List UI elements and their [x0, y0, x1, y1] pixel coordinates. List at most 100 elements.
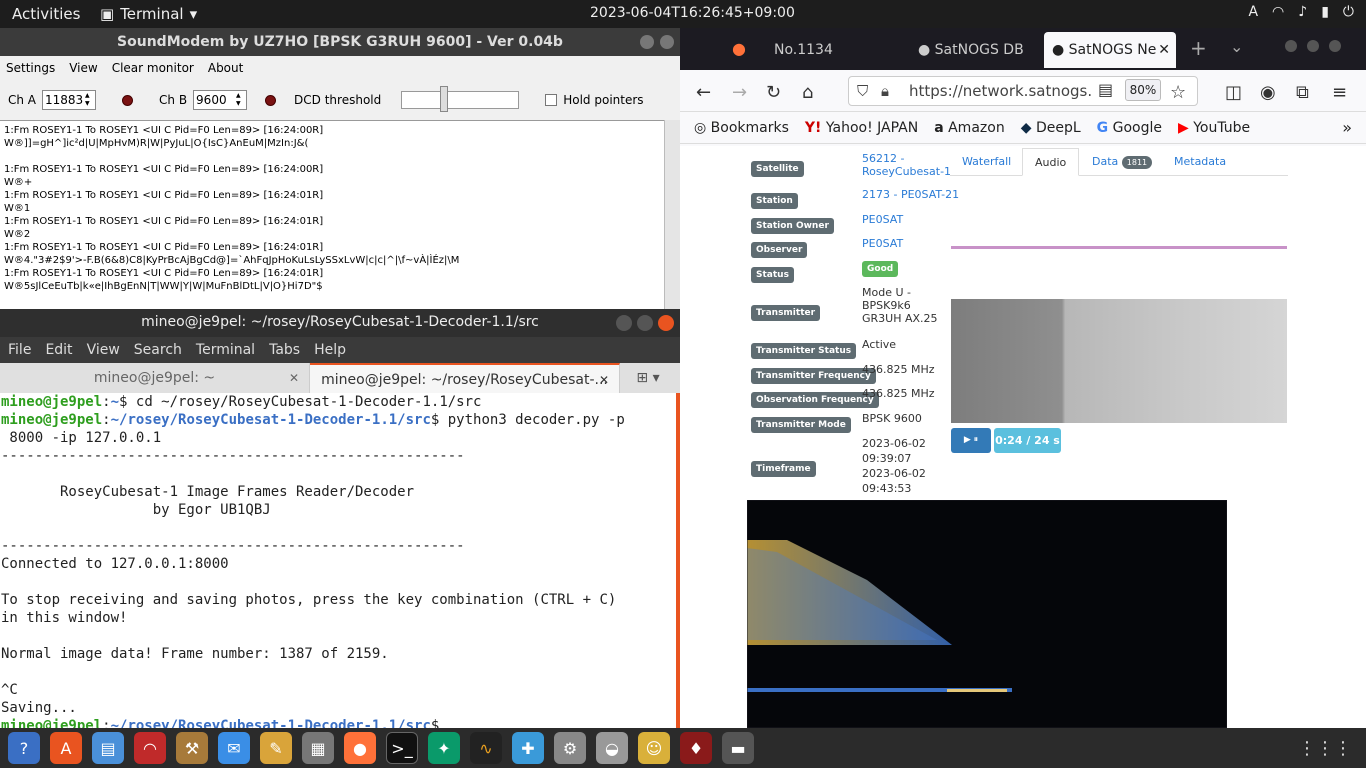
show-apps-icon[interactable]: ⋮⋮⋮: [1298, 738, 1352, 759]
archive-icon[interactable]: ▦: [302, 732, 334, 764]
bookmark-amazon[interactable]: a Amazon: [934, 120, 1005, 136]
tracker-icon[interactable]: ✚: [512, 732, 544, 764]
reader-view-icon[interactable]: ▤: [1098, 80, 1113, 99]
bookmark-google[interactable]: G Google: [1097, 120, 1162, 136]
menu-settings[interactable]: Settings: [6, 61, 55, 75]
menu-help[interactable]: Help: [314, 342, 346, 358]
firefox-icon[interactable]: ●: [344, 732, 376, 764]
maximize-button[interactable]: [637, 315, 653, 331]
maximize-button[interactable]: [1307, 40, 1319, 52]
terminal-titlebar[interactable]: mineo@je9pel: ~/rosey/RoseyCubesat-1-Dec…: [0, 309, 680, 337]
tab-satnogs-network[interactable]: ● SatNOGS Ne ✕: [1044, 32, 1176, 68]
notes-icon[interactable]: ✎: [260, 732, 292, 764]
url-text: https://network.satnogs.: [909, 82, 1093, 100]
close-button[interactable]: [658, 315, 674, 331]
bookmark-youtube[interactable]: ▶ YouTube: [1178, 120, 1250, 136]
input-method[interactable]: A: [1248, 4, 1258, 20]
terminal-output[interactable]: mineo@je9pel:~$ cd ~/rosey/RoseyCubesat-…: [0, 393, 676, 728]
menu-terminal[interactable]: Terminal: [196, 342, 255, 358]
bookmark-bookmarks[interactable]: ◎ Bookmarks: [694, 120, 789, 136]
device-icon[interactable]: ▬: [722, 732, 754, 764]
soundmodem-titlebar[interactable]: SoundModem by UZ7HO [BPSK G3RUH 9600] - …: [0, 28, 680, 56]
minimize-button[interactable]: [640, 35, 654, 49]
wifi-icon[interactable]: ◠: [1272, 4, 1284, 20]
wine-icon[interactable]: ♦: [680, 732, 712, 764]
shield-icon[interactable]: ⛉: [857, 77, 868, 105]
menu-view[interactable]: View: [69, 61, 97, 75]
tab-satnogs-db[interactable]: ● SatNOGS DB: [910, 32, 1040, 68]
chevron-right-icon[interactable]: »: [1342, 118, 1352, 137]
mascot-icon[interactable]: ☺: [638, 732, 670, 764]
help-icon[interactable]: ?: [8, 732, 40, 764]
menu-tabs[interactable]: Tabs: [269, 342, 300, 358]
satellite-icon[interactable]: ✦: [428, 732, 460, 764]
menu-icon[interactable]: ≡: [1332, 82, 1347, 103]
pocket-icon[interactable]: ◫: [1225, 82, 1242, 103]
bookmark-star-icon[interactable]: ☆: [1170, 82, 1186, 103]
chevron-down-icon[interactable]: ⌄: [1230, 37, 1243, 56]
mail-icon[interactable]: ✉: [218, 732, 250, 764]
firefox-icon[interactable]: ●: [732, 39, 746, 58]
monitor-scrollbar[interactable]: [664, 120, 680, 310]
dish-icon[interactable]: ◒: [596, 732, 628, 764]
close-icon[interactable]: ✕: [1158, 32, 1170, 68]
back-icon[interactable]: ←: [696, 82, 711, 103]
files-icon[interactable]: ▤: [92, 732, 124, 764]
tab-no1134[interactable]: No.1134: [766, 32, 886, 68]
app-menu[interactable]: ▣ Terminal ▾: [100, 5, 197, 23]
menu-view[interactable]: View: [87, 342, 120, 358]
field-value[interactable]: 56212 - RoseyCubesat-1: [862, 152, 962, 178]
close-icon[interactable]: ✕: [289, 363, 299, 393]
menu-search[interactable]: Search: [134, 342, 182, 358]
forward-icon[interactable]: →: [732, 82, 747, 103]
hold-pointers-checkbox[interactable]: [545, 94, 558, 106]
account-icon[interactable]: ◉: [1260, 82, 1276, 103]
monitor-icon[interactable]: ∿: [470, 732, 502, 764]
system-tray[interactable]: A ◠ ♪ ▮ ⏻: [1248, 4, 1354, 20]
clock[interactable]: 2023-06-04T16:26:45+09:00: [590, 5, 795, 21]
tab-home[interactable]: mineo@je9pel: ~ ✕: [0, 363, 310, 393]
field-value[interactable]: PE0SAT: [862, 213, 972, 226]
monitor-pane[interactable]: 1:Fm ROSEY1-1 To ROSEY1 <UI C Pid=F0 Len…: [0, 120, 680, 310]
menu-about[interactable]: About: [208, 61, 243, 75]
power-icon[interactable]: ⏻: [1343, 4, 1354, 20]
chb-spinner[interactable]: 9600: [193, 90, 248, 110]
tab-decoder[interactable]: mineo@je9pel: ~/rosey/RoseyCubesat-... ✕: [310, 363, 620, 393]
menu-clear-monitor[interactable]: Clear monitor: [112, 61, 194, 75]
headphones-icon[interactable]: ◠: [134, 732, 166, 764]
slider-knob[interactable]: [440, 86, 449, 112]
battery-icon[interactable]: ▮: [1321, 4, 1329, 20]
minimize-button[interactable]: [616, 315, 632, 331]
menu-edit[interactable]: Edit: [45, 342, 72, 358]
menu-file[interactable]: File: [8, 342, 31, 358]
settings-icon[interactable]: ⚙: [554, 732, 586, 764]
play-pause-button[interactable]: ▶ ⏸: [951, 428, 991, 453]
maximize-button[interactable]: [660, 35, 674, 49]
close-icon[interactable]: ✕: [599, 365, 609, 395]
tab-waterfall[interactable]: Waterfall: [950, 148, 1023, 176]
bookmark-yahoo[interactable]: Y! Yahoo! JAPAN: [805, 120, 918, 136]
extensions-icon[interactable]: ⧉: [1296, 82, 1309, 103]
audio-waveform[interactable]: [951, 246, 1287, 249]
tab-audio[interactable]: Audio: [1022, 148, 1080, 176]
software-icon[interactable]: A: [50, 732, 82, 764]
new-tab-icon[interactable]: ⊞ ▾: [620, 363, 676, 393]
tab-metadata[interactable]: Metadata: [1162, 148, 1238, 176]
tab-data[interactable]: Data 1811: [1080, 148, 1164, 176]
zoom-level[interactable]: 80%: [1125, 79, 1161, 101]
field-value[interactable]: 2173 - PE0SAT-21: [862, 188, 1002, 201]
terminal-icon[interactable]: >_: [386, 732, 418, 764]
tool-icon[interactable]: ⚒: [176, 732, 208, 764]
new-tab-icon[interactable]: +: [1190, 36, 1207, 60]
activities-button[interactable]: Activities: [12, 5, 80, 23]
lock-icon[interactable]: 🔒︎: [881, 77, 889, 105]
frame-status: Normal image data! Frame number: 1387 of…: [1, 646, 389, 662]
volume-icon[interactable]: ♪: [1298, 4, 1307, 20]
bookmark-deepl[interactable]: ◆ DeepL: [1021, 120, 1081, 136]
close-button[interactable]: [1329, 40, 1341, 52]
reload-icon[interactable]: ↻: [766, 82, 781, 103]
minimize-button[interactable]: [1285, 40, 1297, 52]
dcd-slider[interactable]: [401, 86, 520, 112]
home-icon[interactable]: ⌂: [802, 82, 813, 103]
cha-spinner[interactable]: 11883: [42, 90, 97, 110]
